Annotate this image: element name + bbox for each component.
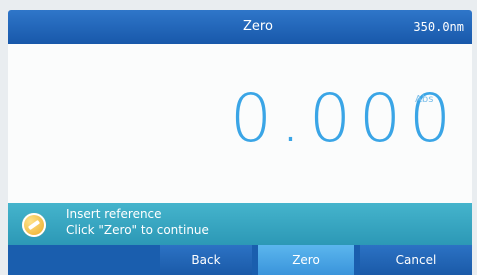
button-bar: Back Zero Cancel (8, 245, 472, 275)
instrument-screen: Zero 350.0nm 0.000 Abs Insert reference … (8, 10, 472, 275)
instruction-line-2: Click "Zero" to continue (66, 223, 209, 237)
screen-title: Zero (243, 19, 273, 34)
cancel-button[interactable]: Cancel (360, 245, 472, 275)
wavelength-readout: 350.0nm (413, 20, 464, 34)
instruction-bar: Insert reference Click "Zero" to continu… (8, 203, 472, 245)
reading-panel: 0.000 Abs (8, 44, 472, 203)
zero-button[interactable]: Zero (258, 245, 354, 275)
instruction-line-1: Insert reference (66, 207, 162, 221)
title-bar: Zero 350.0nm (8, 10, 472, 44)
absorbance-unit: Abs (415, 94, 434, 105)
back-button[interactable]: Back (160, 245, 252, 275)
reference-cuvette-icon (22, 213, 46, 237)
